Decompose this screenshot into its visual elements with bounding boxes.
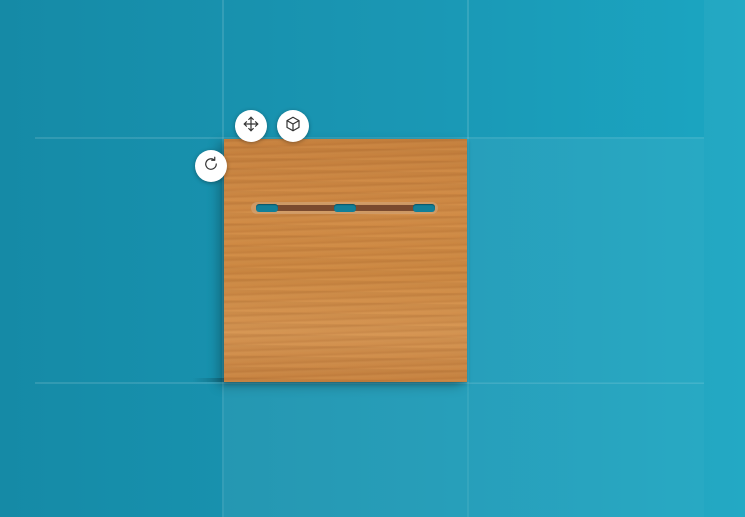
hanger-slot (334, 204, 356, 212)
panel-shadow (192, 378, 226, 382)
grid-cell (224, 383, 467, 517)
design-canvas[interactable] (0, 0, 745, 517)
rotate-clockwise-icon (202, 155, 220, 178)
grid-cell (469, 383, 704, 517)
canvas-edge-band (704, 0, 745, 517)
hanger-slot (256, 204, 278, 212)
cube-3d-icon (284, 115, 302, 138)
rotate-button[interactable] (195, 150, 227, 182)
grid-line-vertical (467, 0, 469, 517)
view-3d-button[interactable] (277, 110, 309, 142)
grid-line-horizontal (35, 382, 704, 384)
grid-cell (469, 139, 704, 382)
move-arrows-icon (242, 115, 260, 138)
wood-panel[interactable] (224, 139, 467, 382)
hanger-slot (413, 204, 435, 212)
move-button[interactable] (235, 110, 267, 142)
